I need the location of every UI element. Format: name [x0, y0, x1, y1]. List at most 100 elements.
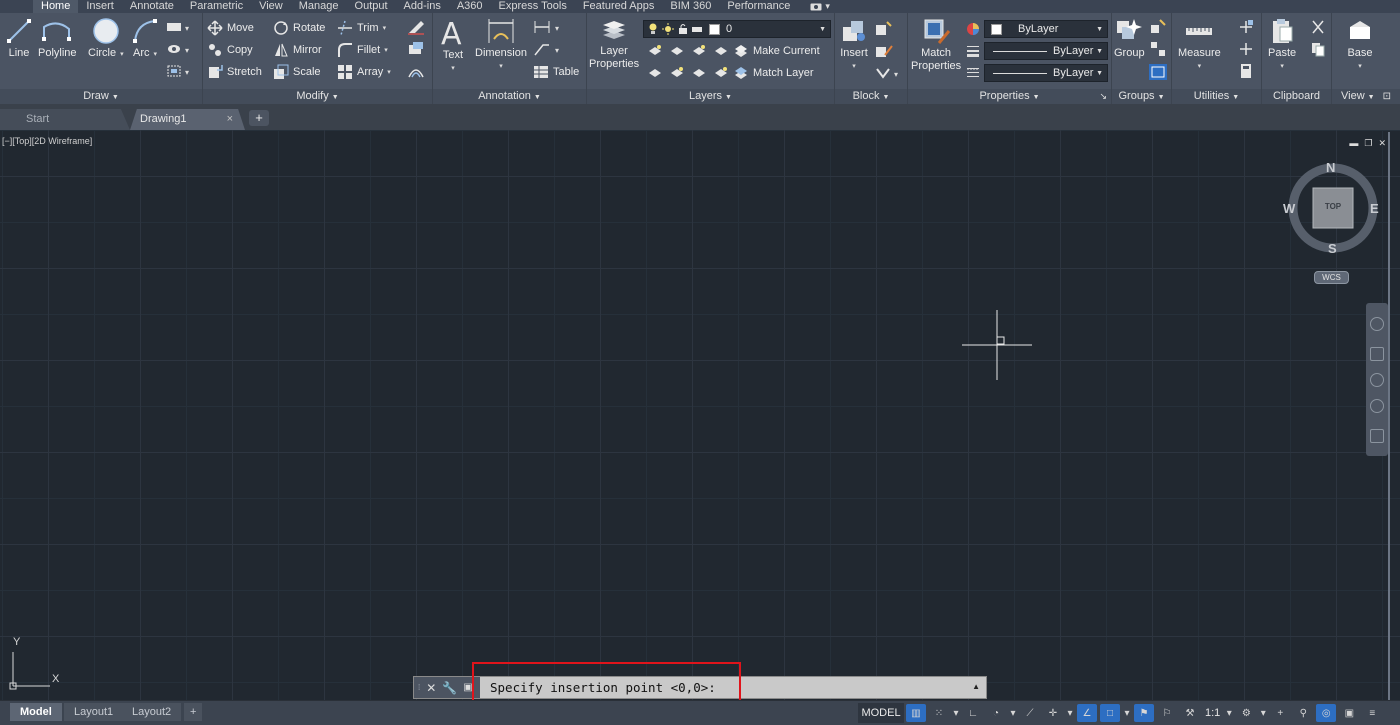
compass-east[interactable]: E	[1370, 201, 1379, 216]
annotation-scale-icon[interactable]: ⚒	[1180, 704, 1200, 722]
array-button[interactable]: Array ▾	[337, 63, 391, 81]
point-button[interactable]	[1238, 41, 1254, 62]
tab-output[interactable]: Output	[347, 0, 396, 13]
dynamic-input-icon[interactable]: ∠	[1077, 704, 1097, 722]
erase-button[interactable]	[407, 19, 425, 40]
annotation-autoscale-icon[interactable]: ⚐	[1157, 704, 1177, 722]
layer-tool-row-2[interactable]	[647, 64, 743, 85]
cut-button[interactable]	[1310, 19, 1326, 40]
ribbon-minimize-icon[interactable]: ⊡	[1383, 91, 1391, 102]
tab-start[interactable]: Start	[0, 109, 130, 130]
color-dropdown[interactable]: ByLayer ▼	[984, 20, 1108, 38]
layers-panel-title[interactable]: Layers ▼	[587, 89, 834, 104]
modify-panel-title[interactable]: Modify ▼	[203, 89, 432, 104]
rectangle-button[interactable]: ▾	[166, 20, 192, 39]
linetype-dropdown[interactable]: ByLayer ▼	[984, 64, 1108, 82]
chevron-down-icon[interactable]: ▾	[1123, 704, 1131, 722]
calculator-button[interactable]	[1238, 63, 1254, 84]
group-button[interactable]: Group	[1114, 17, 1145, 60]
ungroup-button[interactable]	[1150, 19, 1166, 40]
panel-launcher-icon[interactable]: ↘	[1099, 89, 1107, 104]
viewcube[interactable]: N S E W TOP	[1283, 160, 1381, 256]
match-layer-button[interactable]: Match Layer	[733, 64, 814, 82]
view-panel-title[interactable]: View ▼ ⊡	[1332, 89, 1400, 104]
block-panel-title[interactable]: Block ▼	[835, 89, 907, 104]
tab-parametric[interactable]: Parametric	[182, 0, 251, 13]
properties-panel-title[interactable]: Properties ▼ ↘	[908, 89, 1111, 104]
table-button[interactable]: Table	[533, 63, 579, 81]
tab-manage[interactable]: Manage	[291, 0, 347, 13]
rotate-button[interactable]: Rotate	[273, 19, 325, 37]
dimension-button[interactable]: Dimension ▾	[475, 17, 527, 73]
tab-performance[interactable]: Performance	[719, 0, 798, 13]
tab-add-ins[interactable]: Add-ins	[396, 0, 449, 13]
orbit-icon[interactable]	[1370, 399, 1384, 413]
workspace-gear-icon[interactable]: ⚙	[1236, 704, 1256, 722]
object-snap-icon[interactable]: □	[1100, 704, 1120, 722]
tab-featured-apps[interactable]: Featured Apps	[575, 0, 663, 13]
tab-bim-360[interactable]: BIM 360	[662, 0, 719, 13]
drawing-canvas[interactable]	[0, 130, 1400, 700]
tab-model[interactable]: Model	[10, 703, 62, 721]
copy-clip-button[interactable]	[1310, 41, 1326, 62]
quick-properties-icon[interactable]: ⚲	[1293, 704, 1313, 722]
clipboard-panel-title[interactable]: Clipboard	[1262, 89, 1331, 104]
tab-insert[interactable]: Insert	[78, 0, 122, 13]
layer-properties-button[interactable]: Layer Properties	[589, 17, 639, 71]
mirror-button[interactable]: Mirror	[273, 41, 322, 59]
chevron-down-icon[interactable]: ▾	[952, 704, 960, 722]
edit-block-button[interactable]	[875, 43, 893, 64]
groups-panel-title[interactable]: Groups ▼	[1112, 89, 1171, 104]
annotation-panel-title[interactable]: Annotation ▼	[433, 89, 586, 104]
base-view-button[interactable]: Base ▾	[1346, 17, 1374, 73]
explode-button[interactable]	[407, 41, 425, 62]
compass-south[interactable]: S	[1328, 241, 1337, 256]
close-tab-icon[interactable]: ×	[227, 109, 233, 130]
wcs-menu[interactable]: WCS	[1314, 271, 1349, 284]
steering-wheel-icon[interactable]	[1370, 317, 1384, 331]
zoom-icon[interactable]	[1370, 373, 1384, 387]
viewcube-face-top[interactable]: TOP	[1313, 202, 1353, 211]
compass-north[interactable]: N	[1326, 160, 1335, 175]
chevron-down-icon[interactable]: ▾	[1009, 704, 1017, 722]
tab-drawing1[interactable]: Drawing1 ×	[130, 109, 245, 130]
measure-button[interactable]: Measure ▾	[1178, 17, 1221, 73]
tab-express-tools[interactable]: Express Tools	[491, 0, 575, 13]
group-edit-button[interactable]	[1150, 41, 1166, 62]
arc-button[interactable]: Arc ▾	[131, 17, 159, 61]
offset-button[interactable]	[407, 63, 425, 84]
isodraft-icon[interactable]: ⟋	[1020, 704, 1040, 722]
isolate-objects-icon[interactable]: ◎	[1316, 704, 1337, 722]
scale-button[interactable]: Scale	[273, 63, 321, 81]
add-layout-button[interactable]: +	[184, 703, 203, 721]
hatch-button[interactable]: ▾	[166, 42, 192, 61]
grid-toggle-icon[interactable]: ▥	[906, 704, 926, 722]
chevron-down-icon[interactable]: ▾	[1259, 704, 1267, 722]
trim-button[interactable]: Trim ▾	[337, 19, 386, 37]
block-attributes-button[interactable]: ▾	[875, 65, 903, 86]
utilities-panel-title[interactable]: Utilities ▼	[1172, 89, 1261, 104]
match-properties-button[interactable]: Match Properties	[911, 17, 961, 73]
grip-icon[interactable]: ⁞	[418, 683, 420, 692]
pan-icon[interactable]	[1370, 347, 1384, 361]
chevron-down-icon[interactable]: ▾	[1066, 704, 1074, 722]
region-button[interactable]: ▾	[166, 64, 192, 83]
paste-button[interactable]: Paste ▾	[1268, 17, 1296, 73]
lineweight-dropdown[interactable]: ByLayer ▼	[984, 42, 1108, 60]
new-tab-button[interactable]: +	[249, 110, 269, 126]
move-button[interactable]: Move	[207, 19, 254, 37]
compass-west[interactable]: W	[1283, 201, 1295, 216]
copy-button[interactable]: Copy	[207, 41, 253, 59]
group-selection-button[interactable]	[1148, 63, 1168, 86]
minimize-icon[interactable]: ▬	[1349, 138, 1358, 149]
viewport-controls-label[interactable]: [−][Top][2D Wireframe]	[2, 136, 92, 146]
draw-panel-title[interactable]: Draw ▼	[0, 89, 202, 104]
tab-layout1[interactable]: Layout1	[64, 703, 124, 721]
model-space-button[interactable]: MODEL	[858, 703, 904, 723]
tab-annotate[interactable]: Annotate	[122, 0, 182, 13]
customization-icon[interactable]: ≡	[1362, 704, 1382, 722]
annotation-monitor-icon[interactable]: +	[1270, 704, 1290, 722]
layer-dropdown[interactable]: 0 ▼	[643, 20, 831, 38]
make-current-button[interactable]: Make Current	[733, 42, 820, 60]
layer-tool-row-1[interactable]	[647, 42, 743, 63]
